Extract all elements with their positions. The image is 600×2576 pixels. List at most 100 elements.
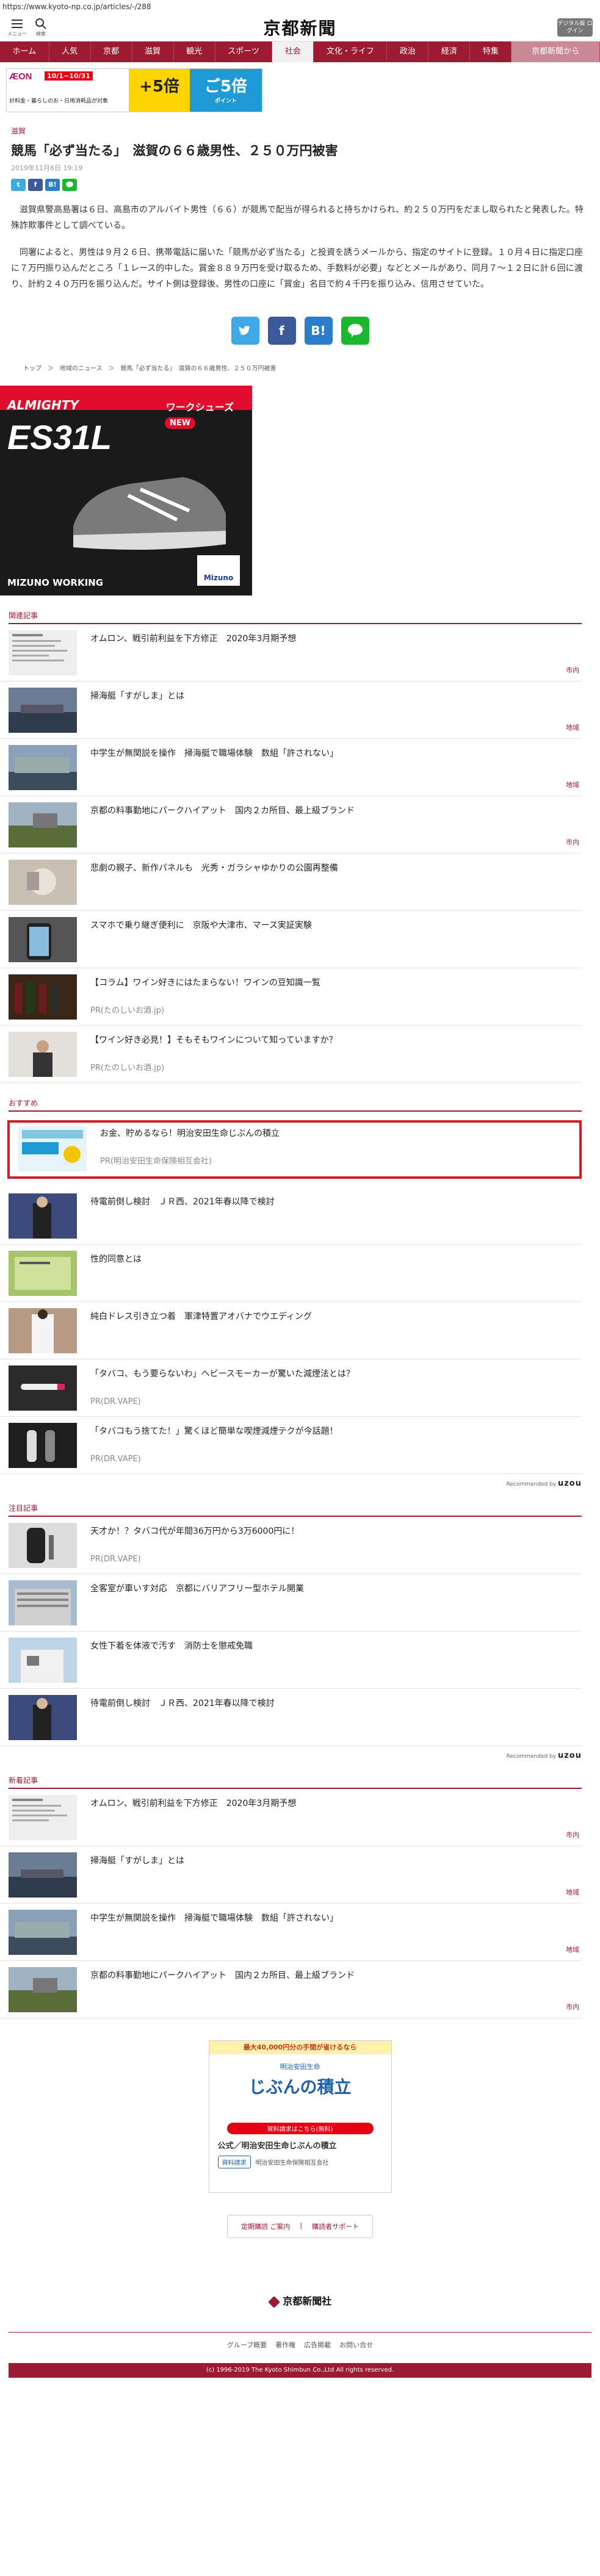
list-item[interactable]: 悲劇の親子、新作パネルも 光秀・ガラシャゆかりの公園再整備 xyxy=(0,854,582,911)
list-item[interactable]: 中学生が無関説を操作 掃海艇で職場体験 数組「許されない」 地域 xyxy=(0,739,582,796)
list-item[interactable]: 性的同意とは xyxy=(0,1245,582,1302)
nav-economy[interactable]: 経済 xyxy=(428,41,471,62)
nav-feature[interactable]: 特集 xyxy=(470,41,512,62)
login-button[interactable]: デジタル版 ログイン xyxy=(557,18,593,37)
list-item[interactable]: 全客室が車いす対応 京都にバリアフリー型ホテル開業 xyxy=(0,1574,582,1632)
thumbnail-image xyxy=(9,860,77,905)
recommended-by-label: Recommended by xyxy=(506,1754,557,1760)
article-paragraph-1: 滋賀県警高島署は６日、高島市のアルバイト男性（６６）が競馬で配当が得られると持ち… xyxy=(11,205,584,231)
list-item-title: オムロン、戦引前利益を下方修正 2020年3月期予想 xyxy=(90,1799,297,1808)
list-item-tag[interactable]: 地域 xyxy=(566,1887,579,1897)
list-item-tag[interactable]: 地域 xyxy=(566,722,579,732)
subscription-link[interactable]: 定期購読 ご案内 xyxy=(241,2222,291,2231)
list-item[interactable]: 天才か！？タバコ代が年間36万円から3万6000円に！ PR(DR.VAPE) xyxy=(0,1517,582,1574)
breadcrumb-sep: ＞ xyxy=(48,365,54,372)
recommended-by[interactable]: Recommended by uzou xyxy=(0,1751,582,1760)
list-item[interactable]: 待電前倒し検討 ＪＲ西、2021年春以降で検討 xyxy=(0,1689,582,1746)
list-item[interactable]: 中学生が無関説を操作 掃海艇で職場体験 数組「許されない」 地域 xyxy=(0,1904,582,1961)
shoe-advertisement[interactable]: ALMIGHTY ワークシューズ ES31L NEW MIZUNO WORKIN… xyxy=(0,386,252,595)
list-item[interactable]: 【コラム】ワイン好きにはたまらない！ワインの豆知識一覧 PR(たのしいお酒.jp… xyxy=(0,968,582,1026)
list-item-title: 京都の料事勤地にパークハイアット 国内２カ所目、最上級ブランド xyxy=(90,806,355,816)
bottom-ad-request-button[interactable]: 資料請求はこちら(無料) xyxy=(226,2123,374,2134)
thumbnail-image xyxy=(9,1852,77,1898)
footer-link-contact[interactable]: お問い合せ xyxy=(339,2340,373,2350)
line-share-button-large[interactable] xyxy=(341,317,369,345)
footer-link-group[interactable]: グループ概要 xyxy=(227,2340,267,2350)
ad-dates: 10/1~10/31 xyxy=(45,71,93,81)
list-item-title: 「タバコもう捨てた！」驚くほど簡単な喫煙減煙テクが今話題！ xyxy=(90,1427,338,1436)
reader-support-link[interactable]: 購読者サポート xyxy=(312,2222,359,2231)
search-button[interactable]: 検索 xyxy=(34,17,48,37)
share-row-top: t f B! xyxy=(11,179,589,191)
site-logo[interactable]: 京都新聞 xyxy=(263,15,336,40)
support-links: 定期購読 ご案内 | 購読者サポート xyxy=(0,2215,600,2238)
ad-right-small: ポイント xyxy=(214,98,237,104)
nav-home[interactable]: ホーム xyxy=(0,41,49,62)
bottom-ad-cta[interactable]: 資料請求 xyxy=(217,2156,251,2168)
list-item-tag[interactable]: 地域 xyxy=(566,780,579,790)
list-item[interactable]: 「タバコもう捨てた！」驚くほど簡単な喫煙減煙テクが今話題！ PR(DR.VAPE… xyxy=(0,1417,582,1474)
footer-link-ads[interactable]: 広告掲載 xyxy=(304,2340,331,2350)
breadcrumb-top[interactable]: トップ xyxy=(23,363,42,372)
list-item[interactable]: オムロン、戦引前利益を下方修正 2020年3月期予想 市内 xyxy=(0,1789,582,1846)
list-item[interactable]: 女性下着を体液で汚す 消防士を懲戒免職 xyxy=(0,1632,582,1689)
newest-header: 新着記事 xyxy=(9,1775,582,1789)
browser-url[interactable]: https://www.kyoto-np.co.jp/articles/-/28… xyxy=(0,0,600,13)
list-item[interactable]: オムロン、戦引前利益を下方修正 2020年3月期予想 市内 xyxy=(0,624,582,682)
list-item[interactable]: 京都の料事勤地にパークハイアット 国内２カ所目、最上級ブランド 市内 xyxy=(0,796,582,854)
list-item-title: 京都の料事勤地にパークハイアット 国内２カ所目、最上級ブランド xyxy=(90,1971,355,1981)
top-ad-banner[interactable]: ÆON 10/1~10/31 計料金・暮らしのお・日用消耗品が対象 +5倍 ご5… xyxy=(6,68,262,112)
nav-culture[interactable]: 文化・ライフ xyxy=(314,41,388,62)
nav-popular[interactable]: 人気 xyxy=(49,41,91,62)
list-item[interactable]: スマホで乗り継ぎ便利に 京阪や大津市、マース実証実験 xyxy=(0,911,582,968)
thumbnail-image xyxy=(9,1251,77,1296)
menu-button[interactable]: メニュー xyxy=(7,17,27,37)
shoe-image xyxy=(73,477,226,550)
twitter-share-button-large[interactable] xyxy=(231,317,259,345)
nav-sports[interactable]: スポーツ xyxy=(215,41,273,62)
list-item-tag[interactable]: 市内 xyxy=(566,665,579,675)
bottom-ad-company: 明治安田生命保険相互会社 xyxy=(255,2160,329,2167)
list-item-tag[interactable]: 市内 xyxy=(566,1830,579,1840)
promo-new-badge: NEW xyxy=(165,417,196,429)
promo-footer: MIZUNO WORKING xyxy=(7,577,104,588)
list-item-tag[interactable]: 地域 xyxy=(566,1945,579,1954)
nav-society[interactable]: 社会 xyxy=(272,41,314,62)
list-item[interactable]: 待電前倒し検討 ＪＲ西、2021年春以降で検討 xyxy=(0,1187,582,1245)
facebook-share-button[interactable]: f xyxy=(28,179,43,191)
footer-logo[interactable]: 京都新聞社 xyxy=(0,2293,600,2308)
list-item-title: 待電前倒し検討 ＪＲ西、2021年春以降で検討 xyxy=(90,1699,275,1708)
list-item[interactable]: 掃海艇「すがしま」とは 地域 xyxy=(0,682,582,739)
article-section-label[interactable]: 滋賀 xyxy=(11,126,600,136)
list-item[interactable]: 京都の料事勤地にパークハイアット 国内２カ所目、最上級ブランド 市内 xyxy=(0,1961,582,2018)
list-item-sponsor: PR(DR.VAPE) xyxy=(90,1397,141,1406)
list-item[interactable]: 純白ドレス引き立つ着 軍津特置アオバナでウエディング xyxy=(0,1302,582,1359)
list-item[interactable]: 掃海艇「すがしま」とは 地域 xyxy=(0,1846,582,1904)
thumbnail-image xyxy=(9,1423,77,1468)
bottom-ad-name: 公式／明治安田生命じぶんの積立 xyxy=(217,2142,337,2151)
nav-shiga[interactable]: 滋賀 xyxy=(132,41,174,62)
breadcrumb-local-news[interactable]: 地域のニュース xyxy=(60,363,103,372)
list-item[interactable]: 「タバコ、もう要らないわ」ヘビースモーカーが驚いた減煙法とは？ PR(DR.VA… xyxy=(0,1359,582,1417)
nav-politics[interactable]: 政治 xyxy=(387,41,429,62)
twitter-share-button[interactable]: t xyxy=(11,179,26,191)
breadcrumb-sep: ＞ xyxy=(108,365,115,372)
hatena-share-button[interactable]: B! xyxy=(45,179,60,191)
nav-kyoto[interactable]: 京都 xyxy=(91,41,132,62)
nav-tourism[interactable]: 観光 xyxy=(174,41,215,62)
footer-link-copyright[interactable]: 著作権 xyxy=(275,2340,295,2350)
attention-header: 注目記事 xyxy=(9,1503,582,1517)
article-paragraph-2: 同署によると、男性は９月２６日、携帯電話に届いた「競馬が必ず当たる」と投資を誘う… xyxy=(11,248,584,289)
facebook-share-button-large[interactable]: f xyxy=(267,317,296,345)
nav-from-kyoto-np[interactable]: 京都新聞から xyxy=(511,41,600,62)
line-share-button[interactable] xyxy=(62,179,77,191)
list-item[interactable]: 【ワイン好き必見！】そもそもワインについて知っていますか？ PR(たのしいお酒.… xyxy=(0,1026,582,1083)
insurance-advertisement[interactable]: 最大40,000円分の手間が省けるなら 明治安田生命 じぶんの積立 資料請求はこ… xyxy=(208,2040,392,2193)
list-item-highlighted-ad[interactable]: お金、貯めるなら！明治安田生命じぶんの積立 PR(明治安田生命保険相互会社) xyxy=(7,1120,582,1179)
menu-label: メニュー xyxy=(7,31,27,37)
hatena-share-button-large[interactable]: B! xyxy=(304,317,333,345)
list-item-tag[interactable]: 市内 xyxy=(566,837,579,847)
support-box: 定期購読 ご案内 | 購読者サポート xyxy=(226,2215,374,2238)
list-item-tag[interactable]: 市内 xyxy=(566,2002,579,2012)
recommended-by[interactable]: Recommended by uzou xyxy=(0,1479,582,1488)
